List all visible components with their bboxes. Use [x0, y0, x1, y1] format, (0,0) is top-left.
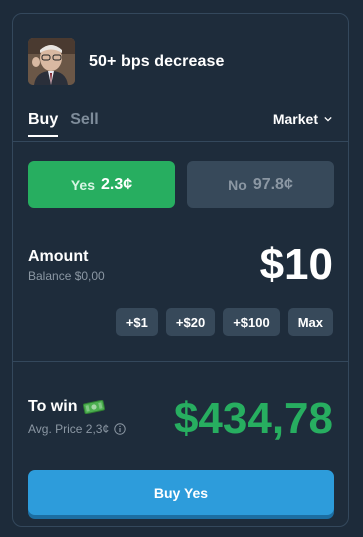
- to-win-value: $434,78: [173, 394, 333, 443]
- order-type-label: Market: [272, 111, 318, 127]
- to-win-label: To win: [28, 398, 78, 415]
- to-win-heading: To win: [28, 398, 106, 416]
- trade-tabs: Buy Sell: [28, 111, 111, 137]
- order-type-dropdown[interactable]: Market: [273, 111, 332, 127]
- add-1-button[interactable]: +$1: [115, 308, 158, 336]
- yes-outcome-button[interactable]: Yes 2.3¢: [28, 161, 175, 208]
- no-price: 97.8¢: [252, 175, 293, 193]
- divider: [13, 141, 348, 142]
- tab-buy[interactable]: Buy: [28, 111, 59, 137]
- yes-price: 2.3¢: [101, 175, 133, 193]
- chevron-down-icon: [324, 116, 332, 122]
- tab-sell[interactable]: Sell: [70, 111, 98, 137]
- no-label: No: [228, 176, 247, 193]
- trade-panel: 50+ bps decrease Buy Sell Market Yes 2.3…: [12, 13, 349, 527]
- market-avatar: [28, 38, 75, 85]
- avg-price: Avg. Price 2,3¢: [28, 422, 126, 436]
- amount-input[interactable]: $10: [260, 240, 333, 290]
- outcome-selector: Yes 2.3¢ No 97.8¢: [28, 161, 334, 208]
- add-100-button[interactable]: +$100: [223, 308, 280, 336]
- add-20-button[interactable]: +$20: [165, 308, 216, 336]
- no-outcome-button[interactable]: No 97.8¢: [187, 161, 334, 208]
- divider: [13, 361, 348, 362]
- max-button[interactable]: Max: [287, 308, 333, 336]
- amount-label: Amount: [28, 248, 89, 265]
- market-title: 50+ bps decrease: [89, 52, 225, 70]
- info-icon[interactable]: [114, 423, 126, 435]
- buy-yes-button[interactable]: Buy Yes: [28, 470, 334, 515]
- yes-label: Yes: [70, 176, 95, 193]
- market-header: 50+ bps decrease: [28, 38, 224, 85]
- quick-add-buttons: +$1 +$20 +$100 Max: [108, 308, 333, 336]
- money-icon: [83, 400, 106, 414]
- balance-text: Balance $0,00: [28, 269, 105, 283]
- avg-price-text: Avg. Price 2,3¢: [28, 422, 110, 436]
